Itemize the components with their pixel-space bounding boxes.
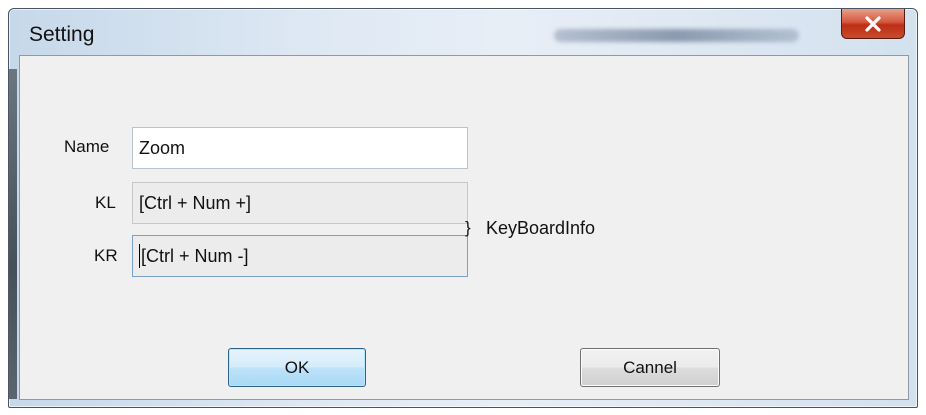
text-caret — [139, 244, 140, 268]
cancel-button[interactable]: Cannel — [580, 348, 720, 387]
kr-label: KR — [94, 246, 118, 265]
window-title: Setting — [29, 23, 95, 46]
cancel-button-label: Cannel — [623, 357, 677, 377]
kl-label: KL — [95, 193, 116, 212]
close-x-icon — [865, 15, 881, 32]
kl-value: [Ctrl + Num +] — [139, 192, 252, 213]
blurred-title-text — [554, 29, 799, 42]
close-button[interactable] — [841, 9, 905, 39]
name-input[interactable]: Zoom — [132, 127, 468, 169]
keyboard-info-label: KeyBoardInfo — [486, 218, 596, 238]
ok-button-label: OK — [284, 357, 310, 377]
kl-keyboard-field[interactable]: [Ctrl + Num +] — [132, 182, 468, 224]
title-bar[interactable]: Setting — [9, 9, 917, 55]
dialog-client-area: Name Zoom KL [Ctrl + Num +] KR [Ctrl + N… — [19, 55, 909, 400]
ok-button[interactable]: OK — [228, 348, 366, 387]
setting-dialog: Setting Name Zoom KL [Ctrl + Num +] KR [… — [8, 8, 918, 408]
kr-value: [Ctrl + Num -] — [141, 245, 249, 266]
name-label: Name — [64, 137, 110, 156]
grouping-brace: } — [465, 218, 471, 237]
kr-keyboard-field[interactable]: [Ctrl + Num -] — [132, 235, 468, 277]
